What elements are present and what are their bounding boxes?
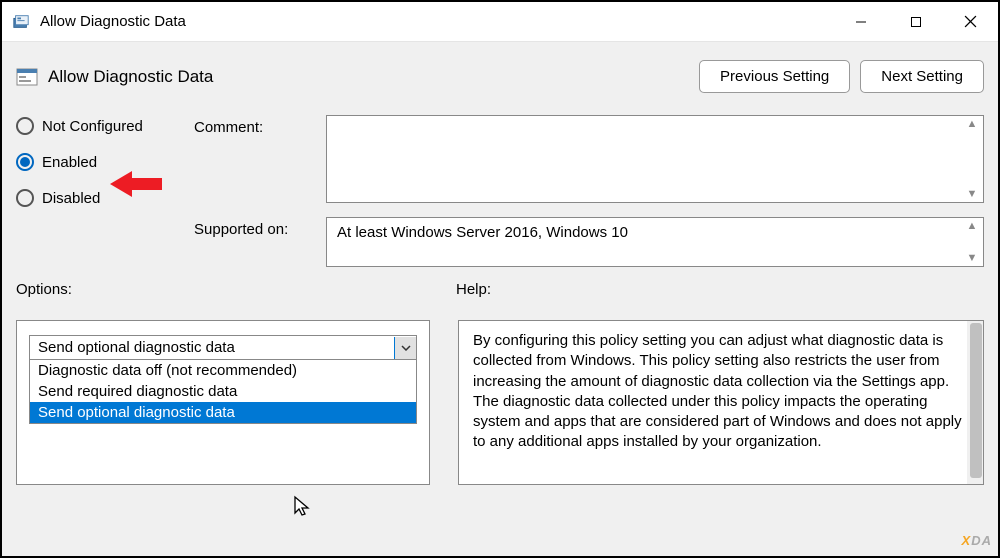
maximize-button[interactable] <box>888 2 943 41</box>
policy-icon <box>16 66 38 88</box>
dropdown-list: Diagnostic data off (not recommended) Se… <box>30 360 416 423</box>
comment-label: Comment: <box>194 115 314 203</box>
radio-not-configured[interactable]: Not Configured <box>16 117 176 135</box>
next-setting-button[interactable]: Next Setting <box>860 60 984 93</box>
app-icon <box>12 13 30 31</box>
scroll-up-icon[interactable]: ▲ <box>963 220 981 232</box>
supported-box: At least Windows Server 2016, Windows 10… <box>326 217 984 267</box>
lower-panels: Send optional diagnostic data Diagnostic… <box>2 306 998 485</box>
cursor-pointer-icon <box>293 495 313 519</box>
help-text: By configuring this policy setting you c… <box>473 332 962 450</box>
dropdown-selected-text: Send optional diagnostic data <box>38 339 394 356</box>
config-grid: Not Configured Enabled Disabled Comment:… <box>2 105 998 267</box>
scroll-down-icon[interactable]: ▼ <box>963 188 981 200</box>
chevron-down-icon[interactable] <box>394 337 416 359</box>
page-title: Allow Diagnostic Data <box>48 67 699 87</box>
dropdown-item-off[interactable]: Diagnostic data off (not recommended) <box>30 360 416 381</box>
radio-circle-icon <box>16 117 34 135</box>
help-panel: By configuring this policy setting you c… <box>458 320 984 485</box>
watermark-text: DA <box>971 533 992 548</box>
dropdown-selected[interactable]: Send optional diagnostic data <box>30 336 416 360</box>
radio-label: Disabled <box>42 190 100 207</box>
supported-value: At least Windows Server 2016, Windows 10 <box>337 224 628 241</box>
radio-label: Enabled <box>42 154 97 171</box>
radio-circle-icon <box>16 153 34 171</box>
previous-setting-button[interactable]: Previous Setting <box>699 60 850 93</box>
watermark-accent: X <box>962 533 972 548</box>
fields-column: Comment: ▲ ▼ Supported on: At least Wind… <box>194 105 984 267</box>
help-scrollbar[interactable] <box>967 321 983 484</box>
supported-row: Supported on: At least Windows Server 20… <box>194 217 984 267</box>
window-controls <box>833 2 998 41</box>
scrollbar-thumb[interactable] <box>970 323 982 478</box>
watermark: XDA <box>962 533 992 548</box>
supported-label: Supported on: <box>194 217 314 267</box>
state-radio-group: Not Configured Enabled Disabled <box>16 117 176 207</box>
close-button[interactable] <box>943 2 998 41</box>
scroll-down-icon[interactable]: ▼ <box>963 252 981 264</box>
window-title: Allow Diagnostic Data <box>40 13 833 30</box>
titlebar: Allow Diagnostic Data <box>2 2 998 42</box>
scroll-arrows: ▲ ▼ <box>963 220 981 264</box>
radio-label: Not Configured <box>42 118 143 135</box>
dropdown-item-optional[interactable]: Send optional diagnostic data <box>30 402 416 423</box>
radio-circle-icon <box>16 189 34 207</box>
help-section-label: Help: <box>456 281 491 298</box>
comment-row: Comment: ▲ ▼ <box>194 115 984 203</box>
scroll-up-icon[interactable]: ▲ <box>963 118 981 130</box>
options-panel: Send optional diagnostic data Diagnostic… <box>16 320 430 485</box>
dropdown-item-required[interactable]: Send required diagnostic data <box>30 381 416 402</box>
radio-column: Not Configured Enabled Disabled <box>16 105 176 267</box>
radio-disabled[interactable]: Disabled <box>16 189 176 207</box>
comment-input[interactable]: ▲ ▼ <box>326 115 984 203</box>
nav-buttons: Previous Setting Next Setting <box>699 60 984 93</box>
minimize-button[interactable] <box>833 2 888 41</box>
scroll-arrows: ▲ ▼ <box>963 118 981 200</box>
diagnostic-level-dropdown[interactable]: Send optional diagnostic data Diagnostic… <box>29 335 417 424</box>
options-section-label: Options: <box>16 281 456 298</box>
radio-enabled[interactable]: Enabled <box>16 153 176 171</box>
header: Allow Diagnostic Data Previous Setting N… <box>2 42 998 105</box>
section-labels: Options: Help: <box>2 267 998 306</box>
